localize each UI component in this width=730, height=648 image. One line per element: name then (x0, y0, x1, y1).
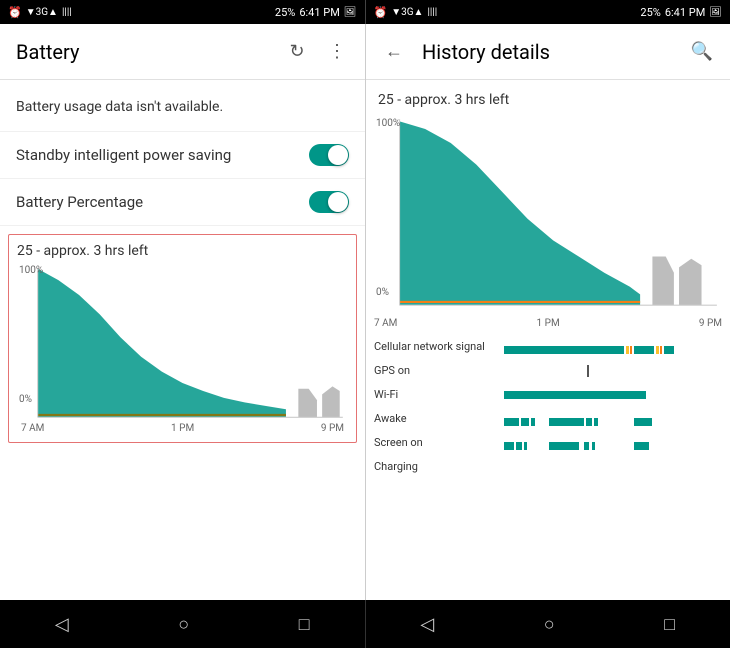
left-panel: Battery ↻ ⋮ Battery usage data isn't ava… (0, 24, 365, 600)
status-right-right: 25% 6:41 PM 🖼 (640, 6, 722, 19)
battery-percentage-toggle[interactable] (309, 191, 349, 213)
gps-on-row: GPS on (374, 361, 722, 379)
right-chart-y-top: 100% (376, 118, 400, 129)
cellular-signal-row: Cellular network signal (374, 337, 722, 355)
recents-button-left[interactable]: □ (291, 606, 318, 643)
cellular-signal-label: Cellular network signal (374, 340, 504, 353)
right-subtitle: 25 - approx. 3 hrs left (366, 88, 730, 116)
back-button-left[interactable]: ◁ (47, 606, 77, 643)
screen-on-bar (504, 437, 722, 447)
left-chart-y-bottom: 0% (19, 394, 32, 405)
network-icon-right: ▼3G▲ (391, 7, 423, 18)
battery-card-title: 25 - approx. 3 hrs left (17, 243, 348, 259)
nav-bars: ◁ ○ □ ◁ ○ □ (0, 600, 730, 648)
screen-on-label: Screen on (374, 436, 504, 449)
left-x-label-0: 7 AM (21, 423, 44, 434)
right-x-label-0: 7 AM (374, 318, 397, 329)
status-bar-right: ⏰ ▼3G▲ |||| 25% 6:41 PM 🖼 (366, 0, 730, 24)
signal-right: |||| (427, 7, 437, 18)
recents-button-right[interactable]: □ (656, 606, 683, 643)
left-chart-x-labels: 7 AM 1 PM 9 PM (17, 423, 348, 434)
screen-bar-svg (504, 440, 722, 452)
awake-bar-svg (504, 416, 722, 428)
right-x-label-2: 9 PM (699, 318, 722, 329)
main-content: Battery ↻ ⋮ Battery usage data isn't ava… (0, 24, 730, 600)
cellular-bar-svg (504, 344, 722, 356)
time-right: 6:41 PM (665, 6, 705, 19)
awake-label: Awake (374, 412, 504, 425)
right-x-label-1: 1 PM (537, 318, 560, 329)
usage-message-text: Battery usage data isn't available. (16, 99, 223, 115)
signal-rows: Cellular network signal (366, 333, 730, 485)
standby-toggle-row: Standby intelligent power saving (0, 132, 365, 179)
battery-percentage-toggle-row: Battery Percentage (0, 179, 365, 226)
left-chart: 100% 0% (17, 263, 348, 423)
right-body: 25 - approx. 3 hrs left 100% 0% (366, 80, 730, 600)
photo-icon-left: 🖼 (344, 7, 357, 18)
battery-percentage-toggle-knob (328, 192, 348, 212)
status-left-icons: ⏰ ▼3G▲ |||| (8, 6, 72, 19)
status-bars: ⏰ ▼3G▲ |||| 25% 6:41 PM 🖼 ⏰ ▼3G▲ |||| 25… (0, 0, 730, 24)
back-arrow-icon[interactable]: ← (382, 40, 406, 64)
charging-label: Charging (374, 460, 504, 473)
right-chart-x-labels: 7 AM 1 PM 9 PM (366, 316, 730, 333)
status-bar-left: ⏰ ▼3G▲ |||| 25% 6:41 PM 🖼 (0, 0, 365, 24)
network-icon-left: ▼3G▲ (26, 7, 58, 18)
left-x-label-2: 9 PM (321, 423, 344, 434)
standby-toggle[interactable] (309, 144, 349, 166)
awake-row: Awake (374, 409, 722, 427)
alarm-icon-right: ⏰ (374, 6, 388, 19)
battery-percentage-label: Battery Percentage (16, 193, 309, 211)
cellular-signal-bar (504, 341, 722, 351)
home-button-left[interactable]: ○ (170, 606, 197, 643)
refresh-icon[interactable]: ↻ (285, 40, 309, 64)
alarm-icon-left: ⏰ (8, 6, 22, 19)
right-panel-title: History details (422, 40, 674, 64)
wifi-row: Wi-Fi (374, 385, 722, 403)
right-chart-svg (374, 116, 722, 316)
awake-bar (504, 413, 722, 423)
standby-toggle-knob (328, 145, 348, 165)
nav-bar-right: ◁ ○ □ (366, 600, 730, 648)
screen-on-row: Screen on (374, 433, 722, 451)
standby-label: Standby intelligent power saving (16, 146, 309, 164)
left-header: Battery ↻ ⋮ (0, 24, 365, 80)
right-chart-y-bottom: 0% (376, 287, 389, 298)
status-right-icons: ⏰ ▼3G▲ |||| (374, 6, 438, 19)
wifi-bar (504, 389, 722, 399)
gps-dot (587, 365, 589, 377)
left-chart-y-top: 100% (19, 265, 43, 276)
usage-message-item: Battery usage data isn't available. (0, 80, 365, 132)
home-button-right[interactable]: ○ (536, 606, 563, 643)
left-body: Battery usage data isn't available. Stan… (0, 80, 365, 600)
charging-bar (504, 461, 722, 471)
signal-left: |||| (62, 7, 72, 18)
gps-on-label: GPS on (374, 364, 504, 377)
left-x-label-1: 1 PM (171, 423, 194, 434)
battery-left: 25% (275, 6, 295, 19)
battery-right: 25% (640, 6, 660, 19)
wifi-bar-block (504, 391, 646, 399)
right-chart: 100% 0% (374, 116, 722, 316)
right-header: ← History details 🔍 (366, 24, 730, 80)
status-right-left: 25% 6:41 PM 🖼 (275, 6, 357, 19)
wifi-label: Wi-Fi (374, 388, 504, 401)
left-chart-svg (17, 263, 348, 423)
right-panel: ← History details 🔍 25 - approx. 3 hrs l… (365, 24, 730, 600)
left-panel-title: Battery (16, 40, 269, 64)
nav-bar-left: ◁ ○ □ (0, 600, 365, 648)
battery-card: 25 - approx. 3 hrs left 100% 0% (8, 234, 357, 443)
photo-icon-right: 🖼 (709, 7, 722, 18)
more-options-icon[interactable]: ⋮ (325, 40, 349, 64)
charging-row: Charging (374, 457, 722, 475)
search-icon[interactable]: 🔍 (690, 40, 714, 64)
gps-bar (504, 365, 722, 375)
back-button-right[interactable]: ◁ (412, 606, 442, 643)
time-left: 6:41 PM (299, 6, 339, 19)
